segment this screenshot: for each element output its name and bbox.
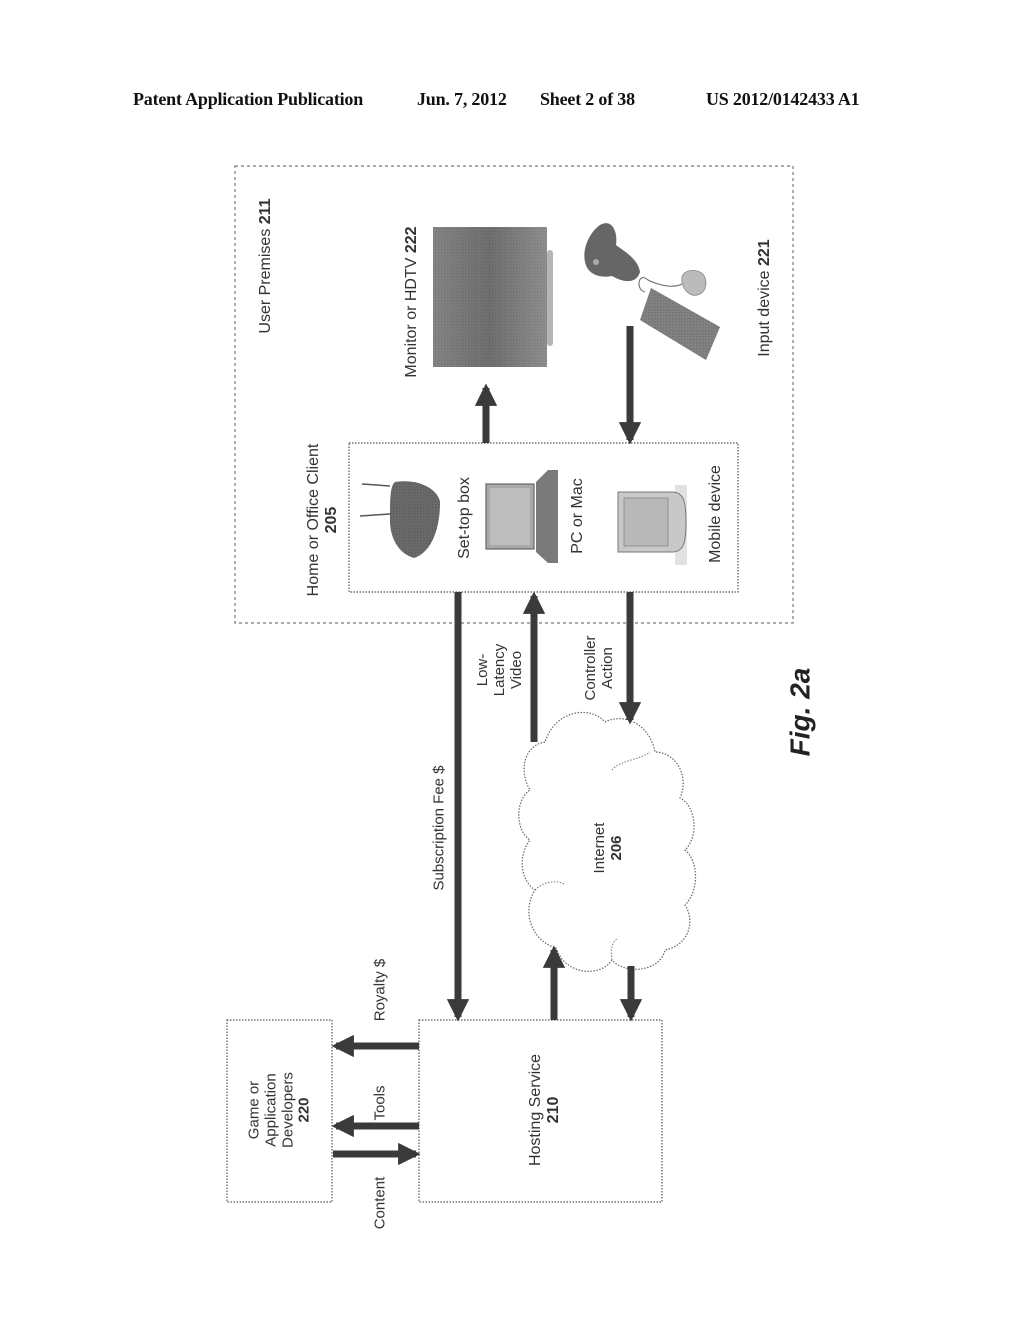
- laptop-icon: [485, 470, 558, 563]
- hosting-service-label: Hosting Service 210: [527, 1053, 562, 1167]
- device-label-mobile-device: Mobile device: [707, 465, 725, 563]
- user-premises-label: User Premises 211: [257, 198, 275, 334]
- low-latency-video-label: Low- Latency Video: [473, 643, 525, 697]
- mouse-icon: [638, 270, 707, 296]
- subscription-fee-label: Subscription Fee $: [430, 765, 448, 891]
- monitor-icon: [433, 227, 553, 367]
- device-label-pc-or-mac: PC or Mac: [569, 478, 587, 554]
- royalty-label: Royalty $: [371, 958, 389, 1022]
- input-device-label: Input device 221: [756, 239, 774, 357]
- controller-action-label: Controller Action: [582, 635, 616, 701]
- figure-label: Fig. 2a: [784, 667, 816, 757]
- internet-label: Internet 206: [591, 822, 625, 874]
- client-label: Home or Office Client 205: [305, 443, 340, 597]
- monitor-label: Monitor or HDTV 222: [403, 226, 421, 378]
- content-label: Content: [371, 1176, 389, 1230]
- keyboard-icon: [640, 288, 720, 360]
- tools-label: Tools: [371, 1085, 389, 1121]
- device-label-set-top-box: Set-top box: [456, 477, 474, 559]
- gamepad-icon: [584, 223, 640, 282]
- developers-label: Game or Application Developers 220: [245, 1072, 313, 1148]
